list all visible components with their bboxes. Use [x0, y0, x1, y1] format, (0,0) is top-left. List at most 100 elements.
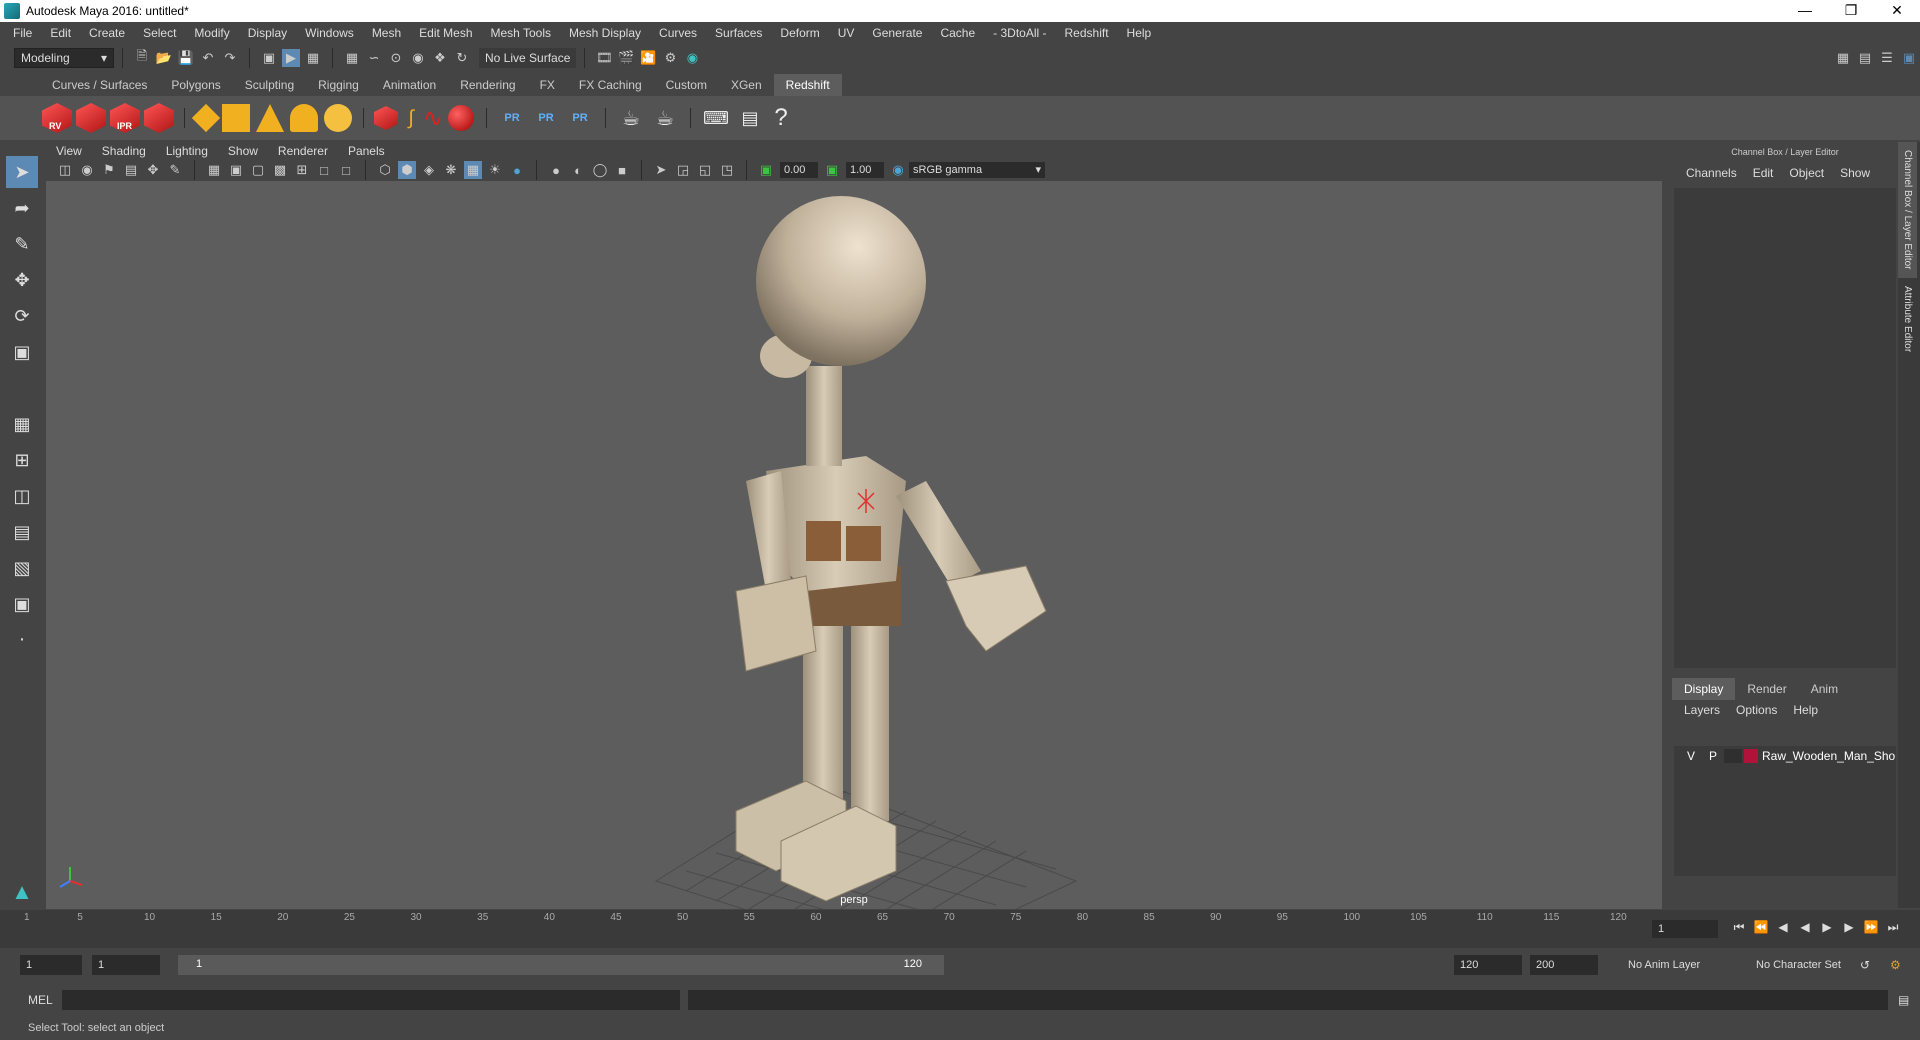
menu-edit[interactable]: Edit [41, 26, 80, 40]
redshift-curve-icon[interactable]: ∿ [423, 105, 443, 132]
menu-mesh-display[interactable]: Mesh Display [560, 26, 650, 40]
textured-icon[interactable]: ▦ [464, 161, 482, 179]
render-frame-icon[interactable]: 🎬 [617, 49, 635, 67]
select-object-icon[interactable]: ▶ [282, 49, 300, 67]
gamma-icon[interactable]: ▣ [823, 161, 841, 179]
layout-four-icon[interactable]: ⊞ [6, 444, 38, 476]
redshift-render-icon[interactable] [76, 103, 106, 133]
menu-edit-mesh[interactable]: Edit Mesh [410, 26, 481, 40]
script-editor-icon[interactable]: ⌨ [701, 108, 731, 128]
step-forward-key-icon[interactable]: ▶ [1838, 920, 1860, 935]
panel-menu-show[interactable]: Show [218, 144, 268, 158]
shelf-tab-custom[interactable]: Custom [654, 74, 719, 96]
animation-end-field[interactable]: 200 [1530, 955, 1598, 975]
multisample-aa-icon[interactable]: ◯ [591, 161, 609, 179]
layers-menu[interactable]: Layers [1676, 703, 1728, 717]
perspective-viewport[interactable]: persp [46, 181, 1662, 909]
two-d-pan-icon[interactable]: ✥ [144, 161, 162, 179]
animation-start-field[interactable]: 1 [20, 955, 82, 975]
snap-view-icon[interactable]: ◉ [409, 49, 427, 67]
menuset-select[interactable]: Modeling ▾ [14, 48, 114, 68]
layout-two-icon[interactable]: ◫ [6, 480, 38, 512]
menu-cache[interactable]: Cache [931, 26, 984, 40]
wireframe-icon[interactable]: ⬡ [376, 161, 394, 179]
help-menu[interactable]: Help [1785, 703, 1826, 717]
side-tab-channel-box[interactable]: Channel Box / Layer Editor [1898, 142, 1917, 278]
redshift-settings-icon[interactable] [144, 103, 174, 133]
camera-attributes-icon[interactable]: ◉ [78, 161, 96, 179]
panel-menu-renderer[interactable]: Renderer [268, 144, 338, 158]
script-editor-button-icon[interactable]: ▤ [1898, 993, 1909, 1007]
step-back-key-icon[interactable]: ◀ [1772, 920, 1794, 935]
scale-tool-icon[interactable]: ▣ [6, 336, 38, 368]
menu-windows[interactable]: Windows [296, 26, 363, 40]
object-menu[interactable]: Object [1781, 166, 1832, 180]
command-input[interactable] [62, 990, 680, 1010]
more-layouts-icon[interactable]: ‧ [6, 624, 38, 656]
show-menu[interactable]: Show [1832, 166, 1878, 180]
options-menu[interactable]: Options [1728, 703, 1785, 717]
anim-layer-select[interactable]: No Anim Layer [1628, 959, 1700, 971]
gamma-field[interactable]: 1.00 [846, 162, 884, 178]
redshift-ipr-icon[interactable]: IPR [110, 103, 140, 133]
layout-single-icon[interactable]: ▦ [6, 408, 38, 440]
pr-convert-icon[interactable]: PR [565, 109, 595, 127]
redshift-hair-icon[interactable]: ∫ [402, 107, 420, 129]
menu-display[interactable]: Display [239, 26, 296, 40]
smooth-shade-icon[interactable]: ⬢ [398, 161, 416, 179]
menu-generate[interactable]: Generate [863, 26, 931, 40]
shelf-tab-sculpting[interactable]: Sculpting [233, 74, 306, 96]
playback-start-field[interactable]: 1 [92, 955, 160, 975]
panel-menu-lighting[interactable]: Lighting [156, 144, 218, 158]
depth-of-field-icon[interactable]: ■ [613, 161, 631, 179]
exposure-icon[interactable]: ▣ [757, 161, 775, 179]
gate-mask-icon[interactable]: ▩ [271, 161, 289, 179]
hypershade-icon[interactable]: ◉ [683, 49, 701, 67]
menu-modify[interactable]: Modify [185, 26, 238, 40]
restore-icon[interactable]: ❐ [1828, 0, 1874, 22]
channels-menu[interactable]: Channels [1678, 166, 1745, 180]
layout-graph-icon[interactable]: ▧ [6, 552, 38, 584]
safe-title-icon[interactable]: □ [337, 161, 355, 179]
teapot-alt-icon[interactable]: ☕ [650, 108, 680, 130]
rotate-tool-icon[interactable]: ⟳ [6, 300, 38, 332]
redshift-dome-light-icon[interactable] [290, 104, 318, 132]
workspace-icon[interactable]: ▦ [1834, 49, 1852, 67]
ipr-render-icon[interactable]: 🎦 [639, 49, 657, 67]
play-forward-icon[interactable]: ▶ [1816, 920, 1838, 935]
shelf-tab-animation[interactable]: Animation [371, 74, 448, 96]
log-icon[interactable]: ▤ [735, 108, 765, 128]
redshift-proxy-icon[interactable] [374, 106, 398, 130]
range-slider[interactable]: 1 120 [178, 955, 944, 975]
isolate-select-icon[interactable]: ➤ [652, 161, 670, 179]
bookmark-icon[interactable]: ⚑ [100, 161, 118, 179]
panel-menu-view[interactable]: View [46, 144, 92, 158]
xray-icon[interactable]: ◲ [674, 161, 692, 179]
lasso-tool-icon[interactable]: ➦ [6, 192, 38, 224]
camera-icon[interactable]: ◫ [56, 161, 74, 179]
safe-action-icon[interactable]: □ [315, 161, 333, 179]
command-language-label[interactable]: MEL [0, 993, 62, 1007]
character-set-select[interactable]: No Character Set [1756, 959, 1841, 971]
menu-curves[interactable]: Curves [650, 26, 706, 40]
go-to-end-icon[interactable]: ⏭ [1882, 920, 1904, 935]
menu-mesh-tools[interactable]: Mesh Tools [482, 26, 560, 40]
motion-blur-icon[interactable]: ◐ [569, 161, 587, 179]
go-to-start-icon[interactable]: ⏮ [1728, 920, 1750, 935]
paint-select-tool-icon[interactable]: ✎ [6, 228, 38, 260]
render-settings-icon[interactable]: ⚙ [661, 49, 679, 67]
use-default-material-icon[interactable]: ❋ [442, 161, 460, 179]
layout-persp-outliner-icon[interactable]: ▤ [6, 516, 38, 548]
menu-mesh[interactable]: Mesh [363, 26, 410, 40]
layer-color-swatch[interactable] [1744, 749, 1758, 763]
shelf-tab-curves-surfaces[interactable]: Curves / Surfaces [40, 74, 159, 96]
attribute-editor-toggle-icon[interactable]: ☰ [1878, 49, 1896, 67]
layer-type-toggle[interactable] [1724, 749, 1742, 763]
menu-uv[interactable]: UV [829, 26, 864, 40]
xray-components-icon[interactable]: ◳ [718, 161, 736, 179]
tab-anim[interactable]: Anim [1799, 678, 1850, 700]
redo-icon[interactable]: ↷ [221, 49, 239, 67]
shelf-tab-fx-caching[interactable]: FX Caching [567, 74, 654, 96]
edit-menu[interactable]: Edit [1745, 166, 1782, 180]
snap-surface-icon[interactable]: ❖ [431, 49, 449, 67]
